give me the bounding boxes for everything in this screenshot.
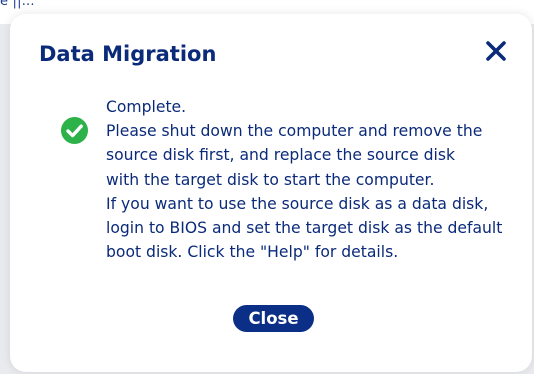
data-migration-dialog: Data Migration Complete. Please shut dow… [10, 14, 532, 372]
dialog-title: Data Migration [39, 42, 217, 66]
close-button[interactable]: Close [233, 305, 314, 332]
message-text: Complete. Please shut down the computer … [106, 95, 526, 264]
message-line: login to BIOS and set the target disk as… [106, 219, 503, 238]
close-icon[interactable] [483, 38, 509, 64]
check-circle-icon [61, 117, 88, 144]
message-line: with the target disk to start the comput… [106, 170, 435, 189]
background-partial-text: e ||... [0, 0, 35, 9]
message-line: If you want to use the source disk as a … [106, 194, 489, 213]
message-line: Complete. [106, 98, 187, 116]
message-line: boot disk. Click the "Help" for details. [106, 243, 399, 262]
message-line: Please shut down the computer and remove… [106, 122, 483, 141]
message-line: source disk first, and replace the sourc… [106, 146, 456, 165]
